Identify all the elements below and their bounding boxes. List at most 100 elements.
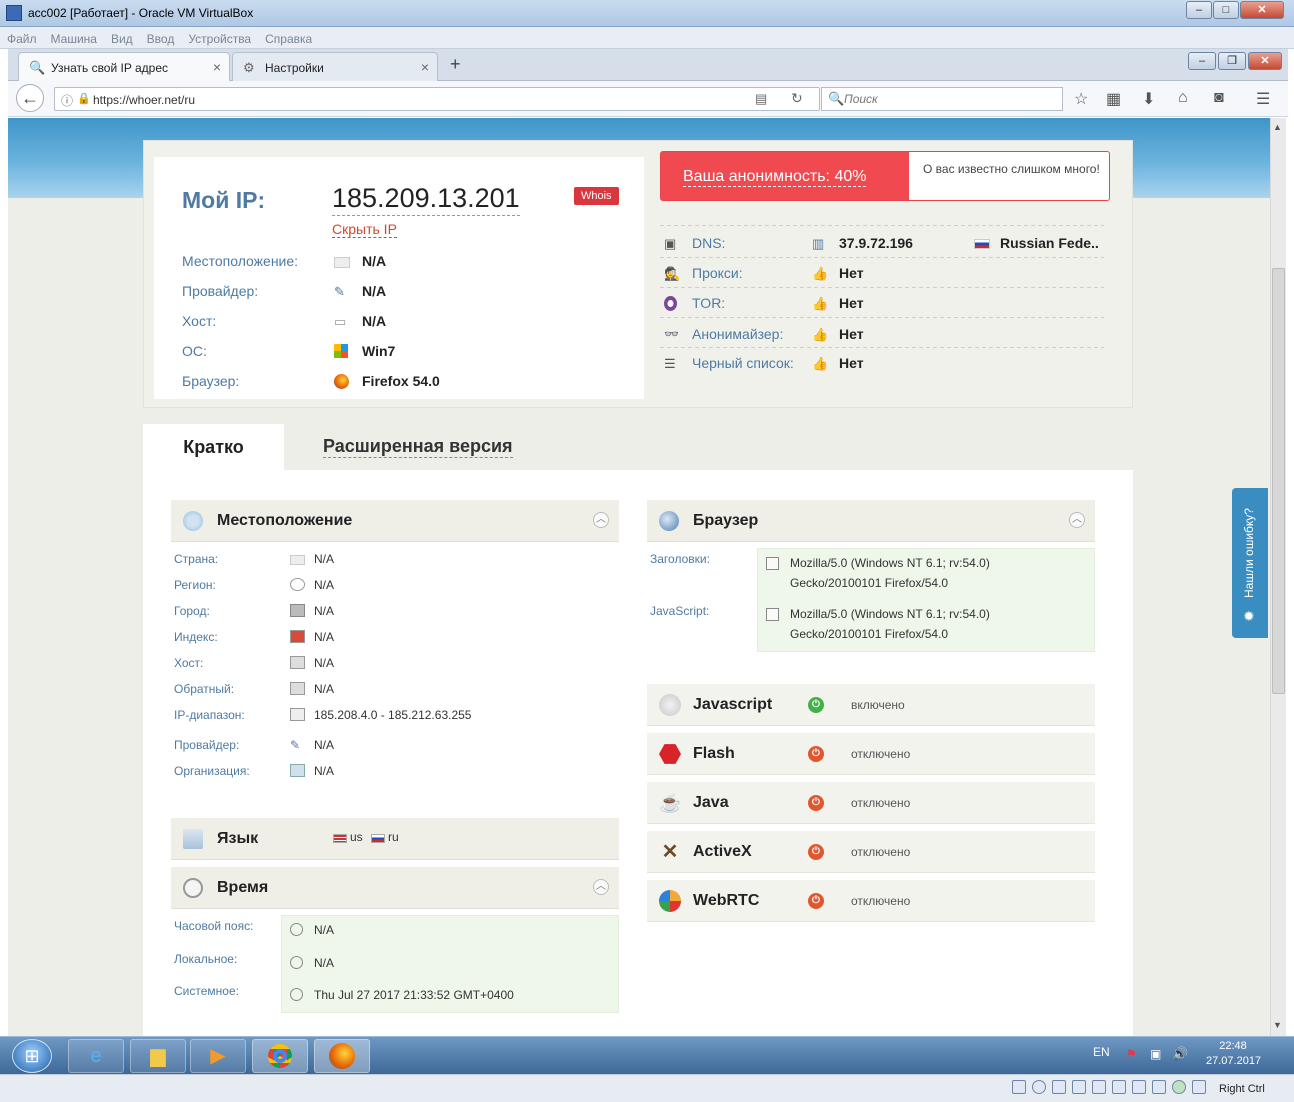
hide-ip-link[interactable]: Скрыть IP	[332, 221, 397, 238]
language-code: ru	[388, 830, 399, 844]
location-pin-icon	[183, 511, 203, 531]
location-provider: Провайдер: ✎ N/A	[174, 738, 335, 752]
recording-icon[interactable]	[1152, 1080, 1166, 1094]
hdd-icon[interactable]	[1012, 1080, 1026, 1094]
time-local: Локальное: N/A	[174, 952, 335, 970]
java-icon: ☕	[659, 793, 682, 813]
start-button[interactable]: ⊞	[12, 1039, 52, 1073]
windows-icon	[334, 344, 348, 358]
usb-icon[interactable]	[1092, 1080, 1106, 1094]
scroll-down-icon[interactable]: ▼	[1273, 1020, 1282, 1030]
tab-whoer[interactable]: 🔍 Узнать свой IP адрес ×	[18, 52, 230, 81]
menu-help[interactable]: Справка	[258, 27, 319, 46]
ie-icon[interactable]: e	[68, 1039, 124, 1073]
language-icon	[183, 829, 203, 849]
network-error-icon[interactable]: ⚑	[1126, 1047, 1137, 1061]
location-organization: Организация: N/A	[174, 764, 335, 778]
headers-value: Gecko/20100101 Firefox/54.0	[790, 576, 949, 590]
browser-restore-button[interactable]: ❐	[1218, 52, 1246, 70]
hamburger-menu-icon[interactable]: ☰	[1256, 89, 1270, 109]
power-on-icon: ⏻	[808, 697, 824, 713]
reload-icon[interactable]: ↻	[791, 90, 803, 107]
menu-file[interactable]: Файл	[0, 27, 44, 46]
headers-label: Заголовки:	[650, 552, 710, 566]
divider	[660, 347, 1104, 348]
time-header[interactable]: Время ︿	[171, 867, 619, 909]
display-icon[interactable]: ▣	[1150, 1047, 1161, 1061]
location-header[interactable]: Местоположение ︿	[171, 500, 619, 542]
anonymity-score[interactable]: Ваша анонимность: 40%	[661, 152, 909, 200]
ip-address[interactable]: 185.209.13.201	[332, 183, 520, 216]
minimize-button[interactable]: –	[1186, 1, 1212, 19]
chrome-icon[interactable]	[252, 1039, 308, 1073]
menu-machine[interactable]: Машина	[44, 27, 104, 46]
search-bar[interactable]: 🔍	[821, 87, 1063, 111]
dns-icon: ▣	[664, 236, 677, 251]
browser-tabstrip: 🔍 Узнать свой IP адрес × ⚙ Настройки × +…	[8, 49, 1288, 81]
scroll-up-icon[interactable]: ▲	[1273, 122, 1282, 132]
bookmarks-list-icon[interactable]: ▦	[1106, 89, 1121, 109]
shared-folders-icon[interactable]	[1112, 1080, 1126, 1094]
mouse-integration-icon[interactable]	[1192, 1080, 1206, 1094]
collapse-icon[interactable]: ︿	[593, 512, 609, 528]
maximize-button[interactable]: □	[1213, 1, 1239, 19]
bookmark-star-icon[interactable]: ☆	[1074, 89, 1088, 109]
keyboard-language[interactable]: EN	[1093, 1045, 1110, 1059]
browser-close-button[interactable]: ✕	[1248, 52, 1282, 70]
collapse-icon[interactable]: ︿	[1069, 512, 1085, 528]
my-ip-label: Мой IP:	[182, 187, 266, 213]
search-icon: 🔍	[828, 91, 845, 106]
close-button[interactable]: ✕	[1240, 1, 1284, 19]
back-button[interactable]: ←	[16, 84, 44, 112]
reader-view-icon[interactable]: ▤	[755, 91, 767, 107]
optical-drive-icon[interactable]	[1032, 1080, 1046, 1094]
browser-minimize-button[interactable]: –	[1188, 52, 1216, 70]
location-zip: Индекс: N/A	[174, 630, 335, 644]
report-error-tab[interactable]: Нашли ошибку? ✹	[1232, 488, 1268, 638]
audio-icon[interactable]	[1052, 1080, 1066, 1094]
tab-extended[interactable]: Расширенная версия	[323, 436, 513, 458]
scrollbar-thumb[interactable]	[1272, 268, 1285, 694]
lock-icon: 🔒	[77, 93, 91, 105]
document-icon	[766, 557, 779, 570]
location-ip-range: IP-диапазон: 185.208.4.0 - 185.212.63.255	[174, 708, 472, 722]
download-icon[interactable]: ⬇	[1142, 89, 1155, 109]
firefox-taskbar-icon[interactable]	[314, 1039, 370, 1073]
location-reverse: Обратный: N/A	[174, 682, 335, 696]
headers-value: Mozilla/5.0 (Windows NT 6.1; rv:54.0)	[790, 556, 990, 570]
anonymity-badge[interactable]: Ваша анонимность: 40% О вас известно сли…	[660, 151, 1110, 201]
menu-devices[interactable]: Устройства	[181, 27, 258, 46]
tray-clock[interactable]: 22:48 27.07.2017	[1206, 1039, 1261, 1069]
network-adapter-icon[interactable]	[1072, 1080, 1086, 1094]
url-bar[interactable]: ⓘ 🔒 https://whoer.net/ru ▤ ↻	[54, 87, 820, 111]
whois-button[interactable]: Whois	[574, 187, 619, 205]
divider	[660, 257, 1104, 258]
host-key: Right Ctrl	[1219, 1083, 1265, 1095]
power-off-icon: ⏻	[808, 893, 824, 909]
page-scrollbar[interactable]: ▲ ▼	[1270, 118, 1286, 1036]
tab-label: Настройки	[265, 61, 324, 75]
info-icon[interactable]: ⓘ	[61, 92, 73, 109]
pocket-icon[interactable]: ◙	[1214, 89, 1224, 107]
tab-settings[interactable]: ⚙ Настройки ×	[232, 52, 438, 81]
close-tab-icon[interactable]: ×	[421, 59, 429, 75]
explorer-icon[interactable]: ▆	[130, 1039, 186, 1073]
menu-input[interactable]: Ввод	[140, 27, 182, 46]
new-tab-button[interactable]: +	[450, 54, 461, 75]
home-icon[interactable]: ⌂	[1178, 89, 1188, 107]
volume-icon[interactable]: 🔊	[1172, 1046, 1188, 1062]
menu-view[interactable]: Вид	[104, 27, 140, 46]
search-input[interactable]	[844, 92, 1044, 106]
cpu-icon[interactable]	[1172, 1080, 1186, 1094]
browser-header[interactable]: Браузер ︿	[647, 500, 1095, 542]
time-system: Системное: Thu Jul 27 2017 21:33:52 GMT+0…	[174, 984, 514, 1002]
collapse-icon[interactable]: ︿	[593, 879, 609, 895]
tab-label: Узнать свой IP адрес	[51, 61, 168, 75]
tab-short[interactable]: Кратко	[143, 424, 284, 470]
display-status-icon[interactable]	[1132, 1080, 1146, 1094]
thumbs-up-icon: 👍	[812, 356, 829, 371]
url-text: https://whoer.net/ru	[93, 93, 196, 107]
flag-icon	[290, 555, 305, 565]
close-tab-icon[interactable]: ×	[213, 59, 221, 75]
media-player-icon[interactable]: ▶	[190, 1039, 246, 1073]
